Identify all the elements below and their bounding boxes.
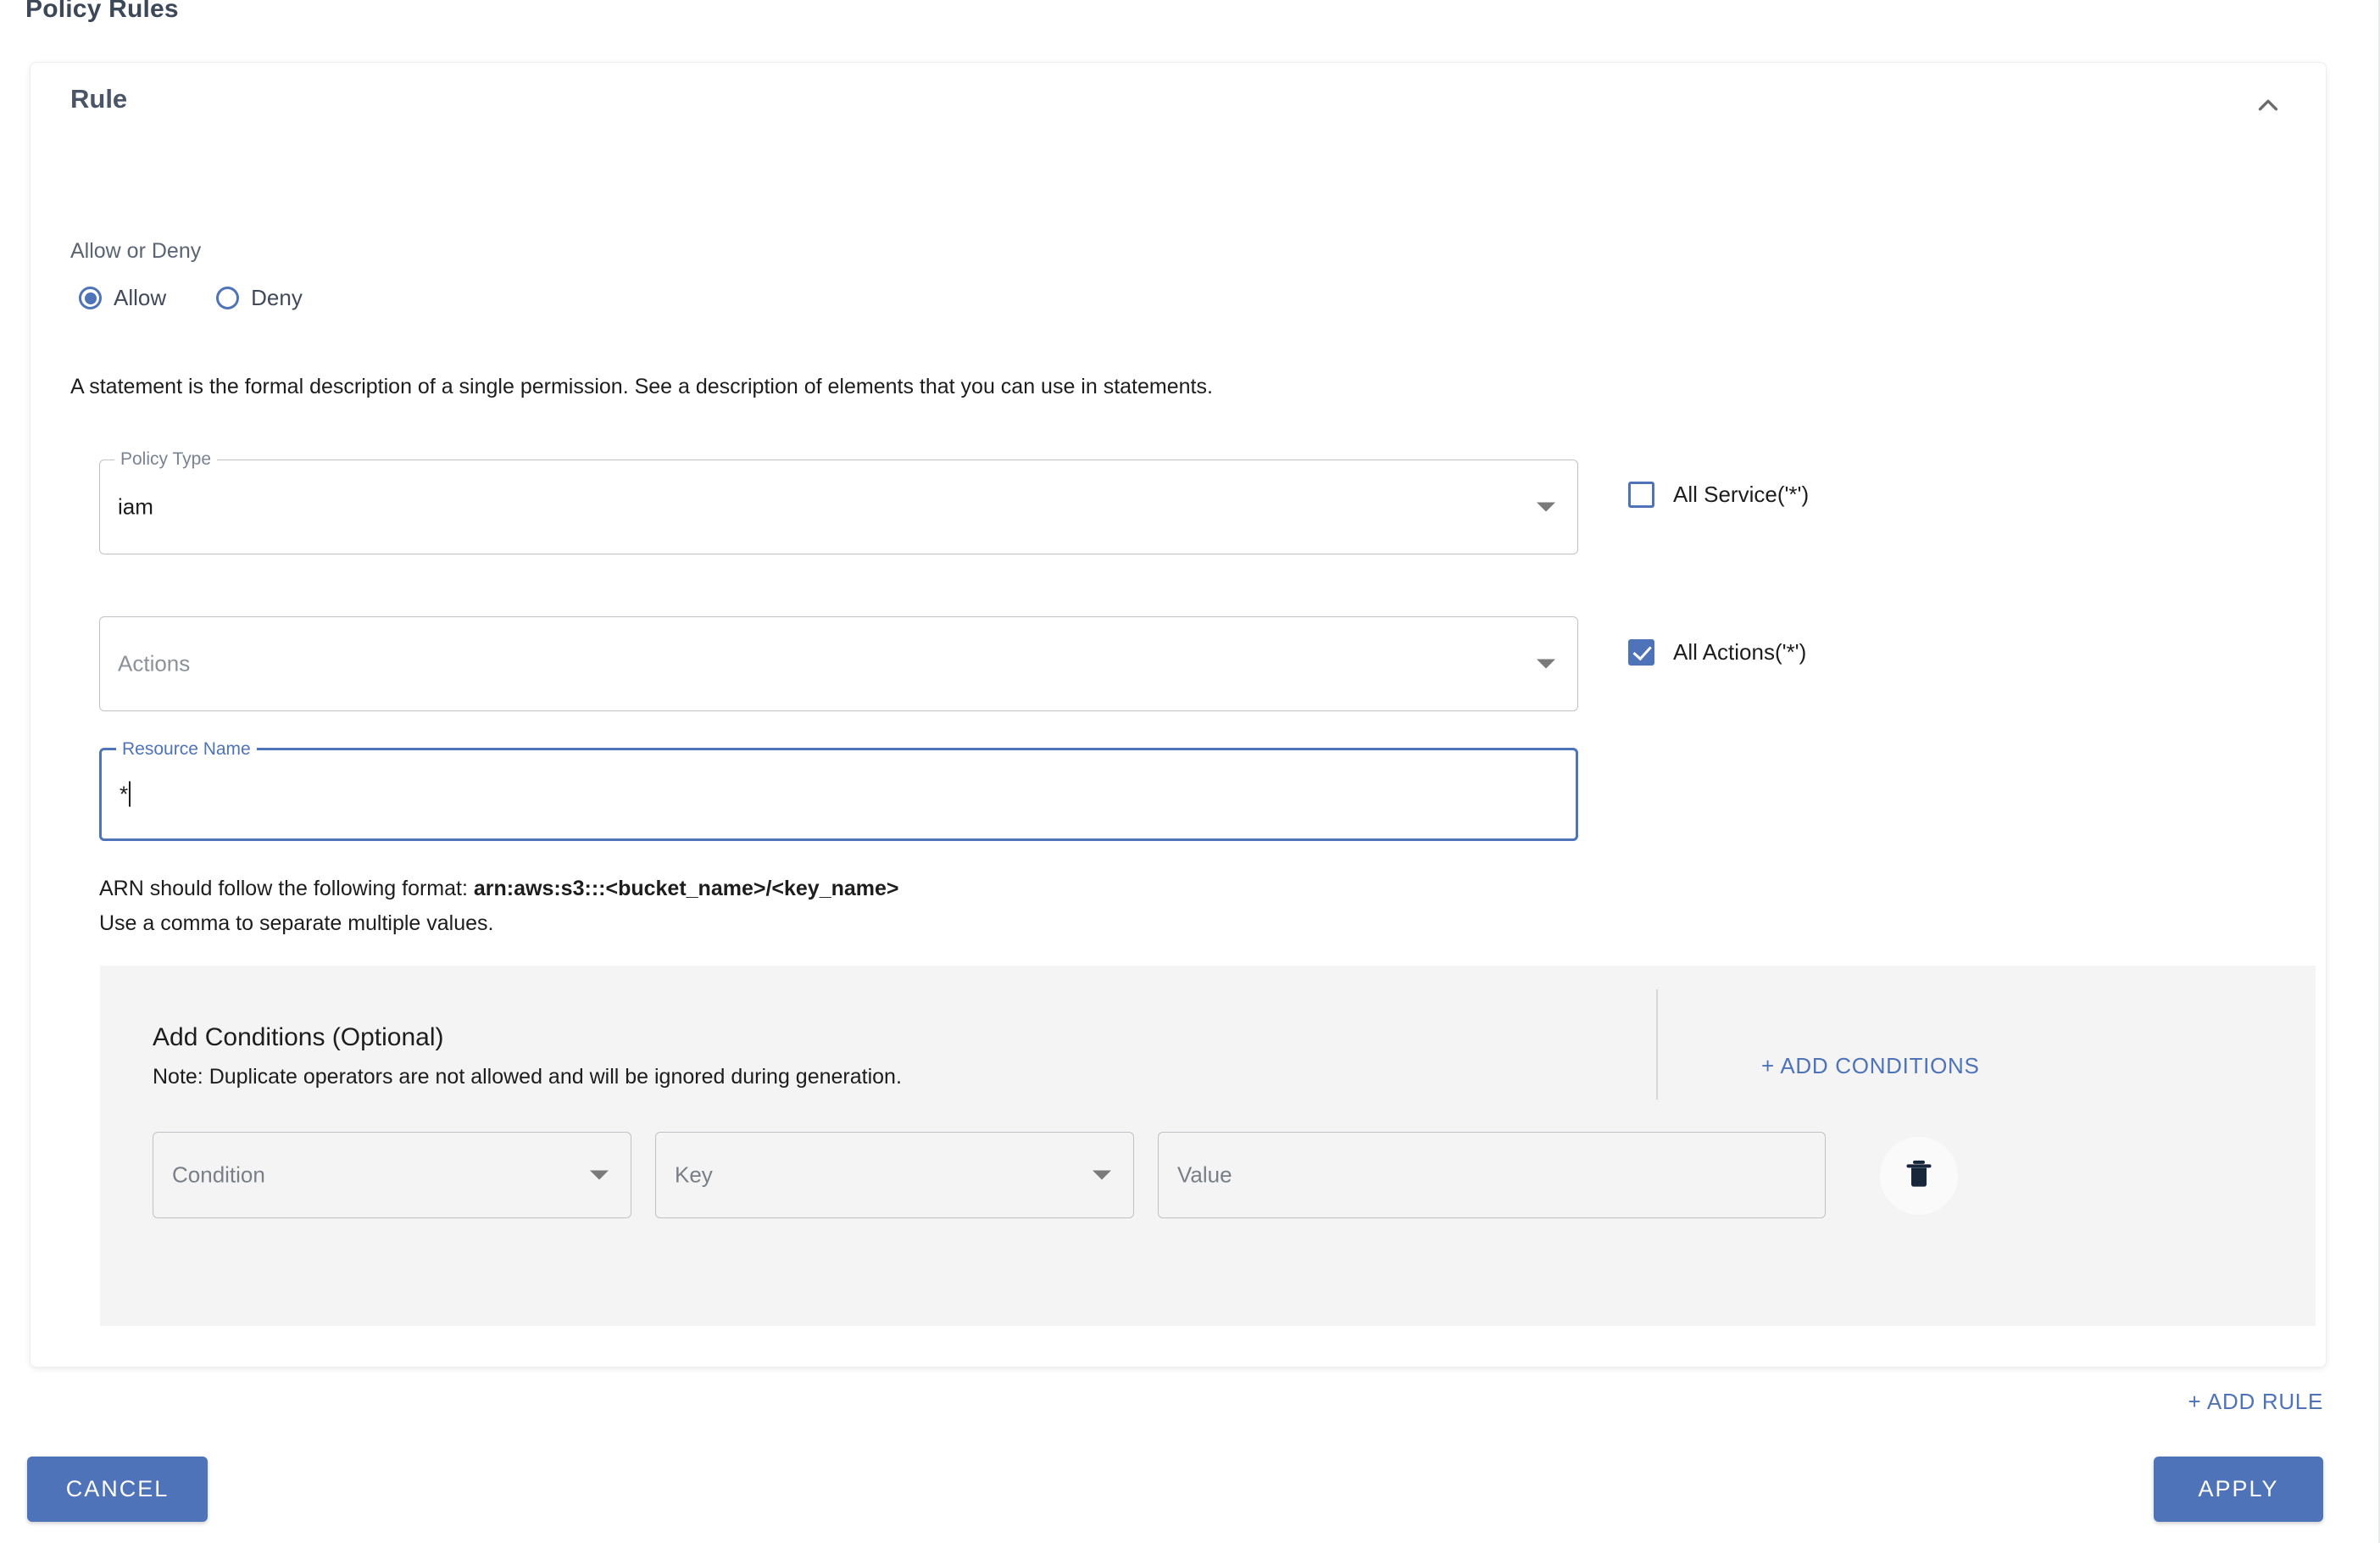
radio-deny-icon (216, 287, 240, 309)
resource-name-value: * (120, 781, 129, 807)
add-rule-button[interactable]: + ADD RULE (2188, 1389, 2323, 1415)
policy-rules-page: Policy Rules Rule Allow or Deny Allow De… (0, 0, 2380, 1543)
resource-name-legend: Resource Name (116, 738, 257, 760)
actions-select[interactable]: Actions (99, 616, 1578, 711)
triangle-down-icon[interactable] (1537, 502, 1555, 512)
triangle-down-icon[interactable] (1537, 659, 1555, 669)
all-service-label: All Service('*') (1673, 482, 1810, 507)
statement-description: A statement is the formal description of… (70, 375, 1213, 398)
arn-help-format: arn:aws:s3:::<bucket_name>/<key_name> (473, 877, 899, 900)
conditions-panel: Add Conditions (Optional) Note: Duplicat… (100, 966, 2316, 1326)
arn-help-text: ARN should follow the following format: … (99, 872, 899, 941)
add-conditions-button[interactable]: + ADD CONDITIONS (1761, 1053, 1980, 1079)
radio-allow-label: Allow (114, 285, 167, 310)
allow-deny-label: Allow or Deny (70, 239, 202, 263)
condition-key-select[interactable]: Key (655, 1132, 1134, 1218)
condition-placeholder: Condition (172, 1161, 265, 1188)
arn-help-line-2: Use a comma to separate multiple values. (99, 911, 494, 935)
apply-button[interactable]: APPLY (2154, 1457, 2323, 1522)
radio-option-deny[interactable]: Deny (205, 285, 303, 311)
condition-select[interactable]: Condition (153, 1132, 631, 1218)
policy-type-select[interactable]: Policy Type iam (99, 448, 1578, 554)
text-caret (129, 781, 131, 807)
conditions-title: Add Conditions (Optional) (153, 1023, 444, 1051)
triangle-down-icon[interactable] (590, 1170, 609, 1180)
arn-help-prefix: ARN should follow the following format: (99, 877, 474, 900)
policy-type-legend: Policy Type (114, 448, 217, 471)
arn-help-line-1: ARN should follow the following format: … (99, 872, 899, 906)
rule-card: Rule Allow or Deny Allow Deny A statemen… (30, 62, 2327, 1368)
condition-value-input[interactable]: Value (1158, 1132, 1826, 1218)
resource-name-input[interactable]: Resource Name * (99, 738, 1578, 841)
radio-allow-icon (79, 287, 102, 309)
checkbox-checked-icon (1628, 639, 1654, 666)
actions-placeholder: Actions (118, 650, 191, 677)
cancel-button[interactable]: CANCEL (27, 1457, 208, 1522)
rule-collapse-button[interactable] (2243, 81, 2294, 132)
all-actions-checkbox[interactable]: All Actions('*') (1628, 639, 1806, 666)
policy-type-value: iam (118, 493, 153, 520)
radio-option-allow[interactable]: Allow (68, 285, 166, 311)
allow-deny-radio-group: Allow Deny (68, 285, 303, 311)
page-title: Policy Rules (25, 0, 179, 23)
triangle-down-icon[interactable] (1093, 1170, 1111, 1180)
rule-header: Rule (31, 63, 2326, 156)
rule-heading: Rule (70, 84, 128, 114)
radio-deny-label: Deny (251, 285, 303, 310)
delete-condition-button[interactable] (1880, 1137, 1958, 1215)
key-placeholder: Key (675, 1161, 713, 1188)
all-service-checkbox[interactable]: All Service('*') (1628, 482, 1809, 508)
chevron-up-icon (2252, 89, 2284, 125)
trash-icon (1902, 1157, 1936, 1195)
checkbox-unchecked-icon (1628, 482, 1654, 508)
value-placeholder: Value (1177, 1161, 1232, 1188)
conditions-divider (1656, 989, 1658, 1100)
resource-name-value-wrap: * (120, 781, 131, 808)
conditions-note: Note: Duplicate operators are not allowe… (153, 1065, 902, 1089)
all-actions-label: All Actions('*') (1673, 639, 1807, 665)
